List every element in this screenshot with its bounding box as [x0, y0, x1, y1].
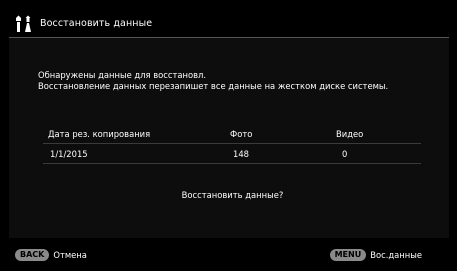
table-row: 1/1/2015 148 0 — [43, 144, 421, 164]
confirm-prompt: Восстановить данные? — [181, 190, 284, 200]
column-header-videos: Видео — [336, 128, 364, 139]
column-header-backup-date: Дата рез. копирования — [48, 128, 151, 139]
menu-restore-button[interactable]: MENU Вос.данные — [329, 249, 422, 261]
restore-data-screen: Восстановить данные Обнаружены данные дл… — [0, 0, 457, 271]
restore-label: Вос.данные — [370, 250, 422, 260]
backup-date-value: 1/1/2015 — [50, 148, 88, 159]
restore-message: Обнаружены данные для восстановл. Восста… — [38, 70, 388, 92]
message-line-2: Восстановление данных перезапишет все да… — [38, 81, 389, 91]
videos-count-value: 0 — [342, 148, 348, 159]
menu-key-badge: MENU — [329, 249, 367, 261]
back-cancel-button[interactable]: BACK Отмена — [15, 249, 87, 261]
column-header-photos: Фото — [230, 128, 253, 139]
title-bar: Восстановить данные — [9, 10, 449, 38]
back-key-badge: BACK — [15, 249, 50, 261]
photos-count-value: 148 — [233, 148, 249, 159]
message-line-1: Обнаружены данные для восстановл. — [38, 70, 207, 80]
footer-bar: BACK Отмена MENU Вос.данные — [0, 244, 457, 268]
page-title: Восстановить данные — [40, 18, 153, 29]
cancel-label: Отмена — [53, 250, 87, 260]
backup-info-table: Дата рез. копирования Фото Видео 1/1/201… — [43, 124, 421, 164]
hdd-restore-icon — [16, 15, 31, 32]
table-header-row: Дата рез. копирования Фото Видео — [43, 124, 421, 144]
